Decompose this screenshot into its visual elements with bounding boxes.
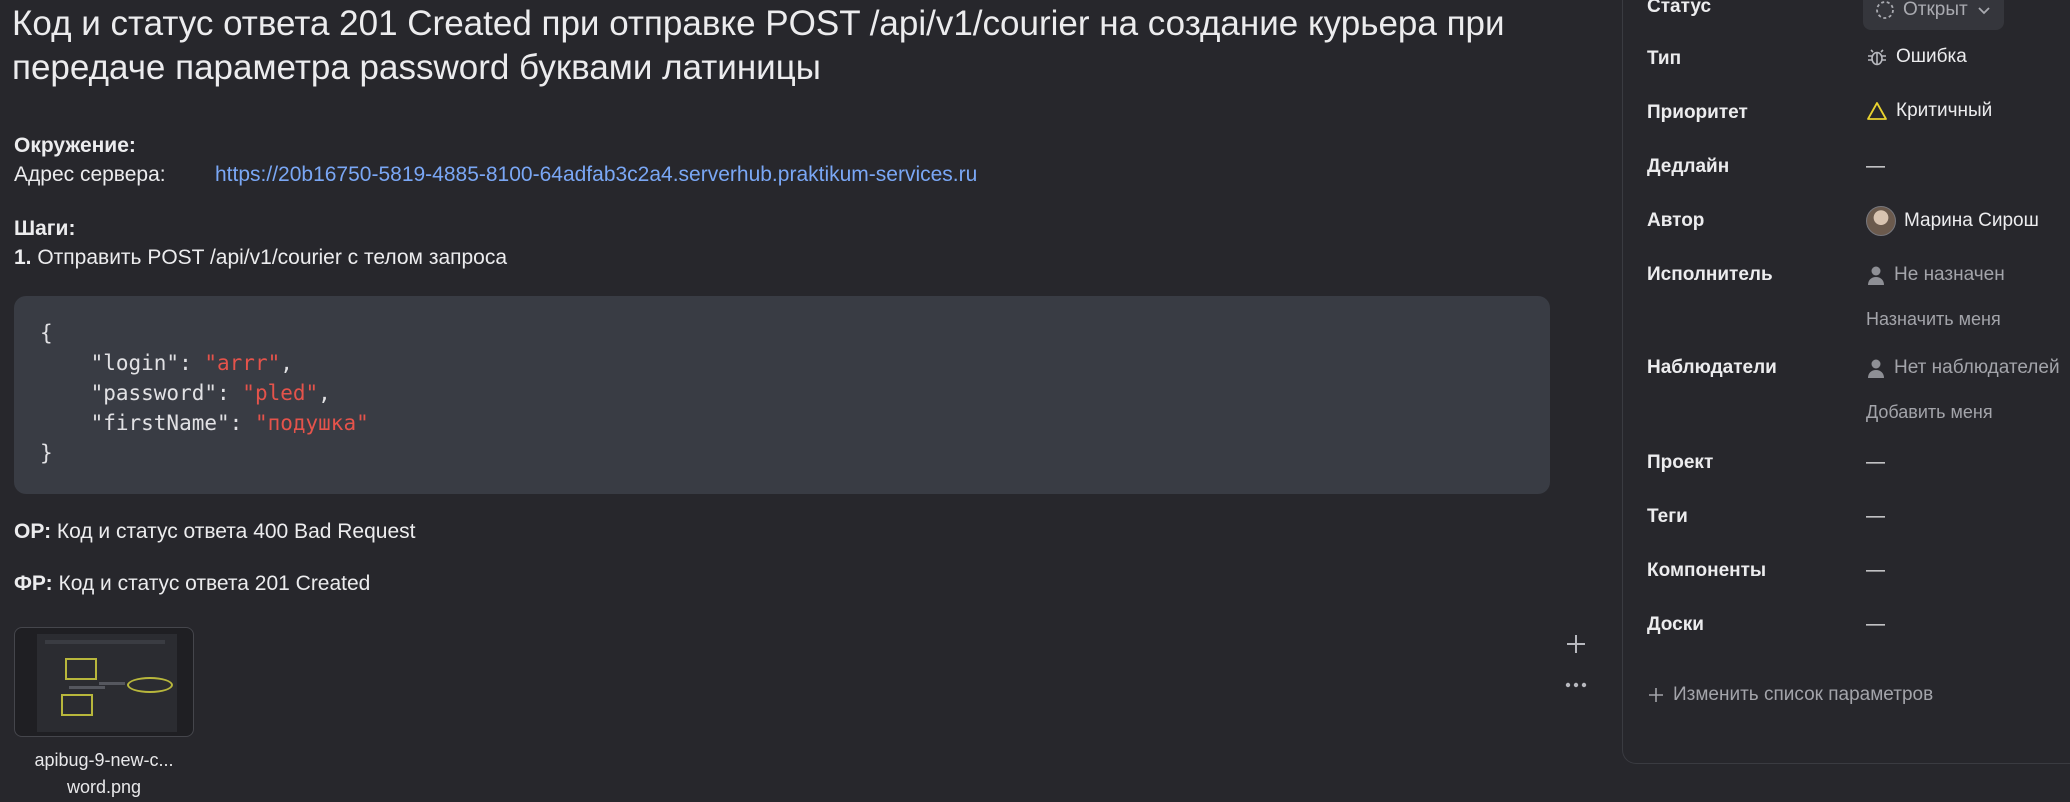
assignee-text: Не назначен (1894, 264, 2005, 285)
code-line-login: "login": "arrr", (40, 348, 1524, 378)
code-punct: , (318, 381, 331, 405)
request-body-code-block[interactable]: { "login": "arrr", "password": "pled", "… (14, 296, 1550, 494)
add-attachment-button[interactable] (1564, 632, 1588, 656)
assign-me-link[interactable]: Назначить меня (1866, 309, 2001, 330)
priority-value[interactable]: Критичный (1866, 100, 1992, 122)
status-value: Открыт (1903, 0, 1968, 20)
assignee-value[interactable]: Не назначен (1866, 264, 2005, 286)
attachment-thumbnail[interactable] (14, 627, 194, 737)
components-value[interactable]: — (1866, 560, 1885, 582)
preview-text-line (99, 682, 125, 685)
priority-text: Критичный (1896, 100, 1993, 121)
server-url-link[interactable]: https://20b16750-5819-4885-8100-64adfab3… (215, 163, 977, 186)
code-string: "pled" (242, 381, 319, 405)
edit-parameters-text: Изменить список параметров (1673, 684, 1934, 705)
expected-result-text: Код и статус ответа 400 Bad Request (51, 520, 416, 543)
boards-value[interactable]: — (1866, 614, 1885, 636)
code-key: "password": (40, 381, 243, 405)
code-punct: , (280, 351, 293, 375)
step-item: 1. Отправить POST /api/v1/courier с тело… (14, 246, 507, 270)
preview-highlight-box (65, 658, 97, 680)
issue-title[interactable]: Код и статус ответа 201 Created при отпр… (12, 2, 1572, 90)
code-close-brace: } (40, 441, 53, 465)
author-label: Автор (1647, 210, 1705, 231)
environment-label: Окружение: (14, 134, 136, 157)
project-value[interactable]: — (1866, 452, 1885, 474)
attachment-filename[interactable]: apibug-9-new-c... word.png (14, 747, 194, 801)
user-icon (1868, 359, 1884, 378)
code-line-password: "password": "pled", (40, 378, 1524, 408)
actual-result-text: Код и статус ответа 201 Created (52, 572, 371, 595)
server-address-label: Адрес сервера: (14, 163, 166, 186)
expected-result-label: ОР: (14, 520, 52, 543)
issue-page: Код и статус ответа 201 Created при отпр… (0, 0, 2070, 802)
actual-result: ФР: Код и статус ответа 201 Created (14, 572, 370, 596)
deadline-label: Дедлайн (1647, 156, 1730, 177)
status-open-icon (1876, 1, 1894, 19)
code-line-firstname: "firstName": "подушка" (40, 408, 1524, 438)
preview-highlight-oval (127, 677, 173, 693)
status-dropdown[interactable]: Открыт (1863, 0, 2004, 30)
issue-parameters-panel: Статус Открыт Тип Ошибка Приоритет Крити… (1622, 0, 2070, 764)
code-string: "подушка" (254, 411, 369, 435)
deadline-value[interactable]: — (1866, 156, 1885, 178)
step-text: Отправить POST /api/v1/courier с телом з… (31, 246, 508, 269)
step-number: 1. (14, 246, 32, 269)
bug-icon (1868, 49, 1886, 66)
components-label: Компоненты (1647, 560, 1767, 581)
type-value[interactable]: Ошибка (1866, 46, 1967, 68)
edit-parameters-button[interactable]: Изменить список параметров (1647, 684, 1933, 706)
code-key: "login": (40, 351, 205, 375)
preview-toolbar (45, 640, 165, 644)
project-label: Проект (1647, 452, 1714, 473)
preview-text-line (69, 686, 105, 689)
steps-label: Шаги: (14, 217, 76, 240)
assignee-label: Исполнитель (1647, 264, 1773, 285)
warning-triangle-icon (1867, 102, 1887, 120)
plus-icon (1567, 635, 1585, 653)
attachment-filename-text: apibug-9-new-c... word.png (34, 750, 174, 797)
code-string: "arrr" (204, 351, 281, 375)
followers-value[interactable]: Нет наблюдателей (1866, 357, 2060, 379)
priority-label: Приоритет (1647, 102, 1748, 123)
issue-description: Код и статус ответа 201 Created при отпр… (0, 0, 1600, 802)
tags-label: Теги (1647, 506, 1688, 527)
author-name: Марина Сирош (1904, 210, 2039, 231)
server-address-row: Адрес сервера: https://20b16750-5819-4885… (14, 163, 977, 187)
actual-result-label: ФР: (14, 572, 53, 595)
type-label: Тип (1647, 48, 1682, 69)
more-actions-button[interactable] (1564, 678, 1588, 690)
chevron-down-icon (1978, 7, 1990, 15)
status-label: Статус (1647, 0, 1712, 17)
user-icon (1868, 266, 1884, 285)
add-me-link[interactable]: Добавить меня (1866, 402, 1993, 423)
author-value[interactable]: Марина Сирош (1866, 206, 2039, 236)
followers-label: Наблюдатели (1647, 357, 1777, 378)
more-dots-icon (1565, 682, 1587, 688)
type-text: Ошибка (1896, 46, 1967, 67)
preview-highlight-box (61, 694, 93, 716)
code-key: "firstName": (40, 411, 255, 435)
boards-label: Доски (1647, 614, 1704, 635)
plus-icon (1649, 688, 1663, 702)
tags-value[interactable]: — (1866, 506, 1885, 528)
followers-text: Нет наблюдателей (1894, 357, 2060, 378)
author-avatar (1866, 206, 1896, 236)
code-open-brace: { (40, 321, 53, 345)
expected-result: ОР: Код и статус ответа 400 Bad Request (14, 520, 415, 544)
